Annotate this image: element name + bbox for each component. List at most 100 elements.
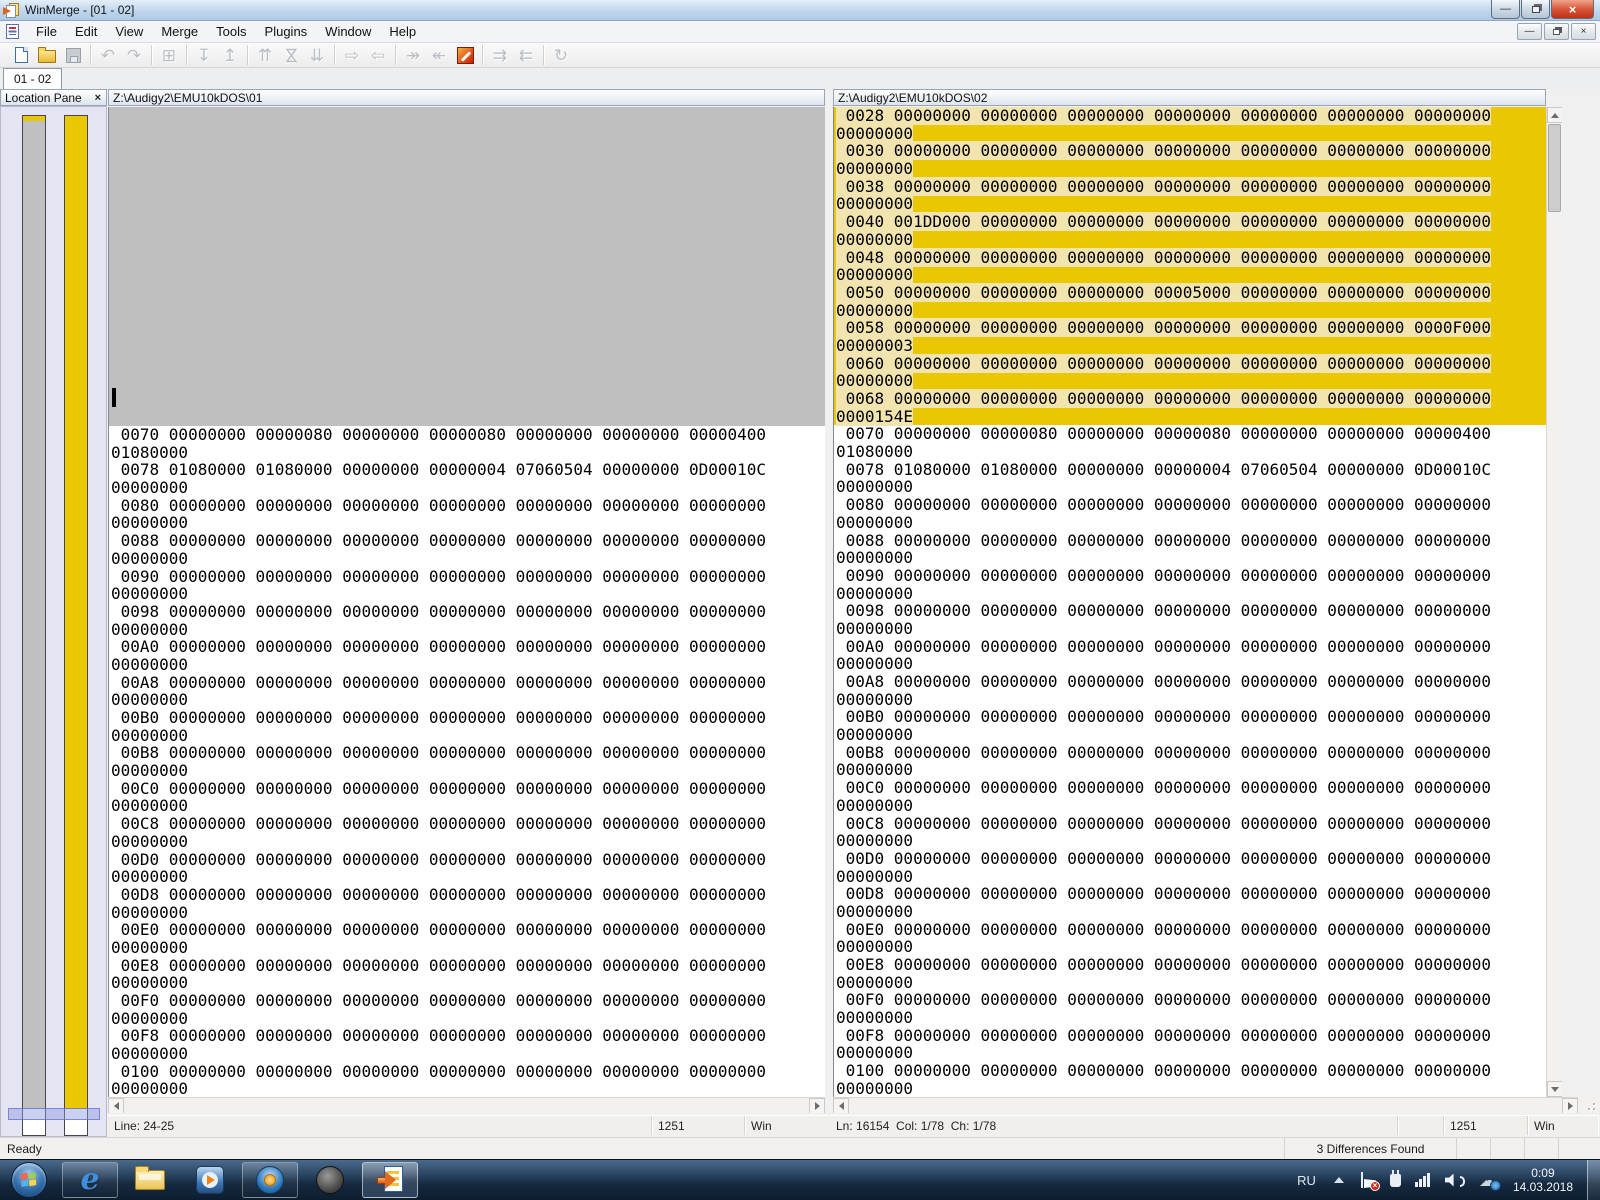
location-pane-close-icon[interactable]: ×	[93, 92, 103, 104]
hex-row[interactable]: 00000000	[109, 833, 825, 851]
left-file-path-header[interactable]: Z:\Audigy2\EMU10kDOS\01	[108, 89, 825, 106]
diff-hex-row[interactable]: 0038 00000000 00000000 00000000 00000000…	[834, 176, 1546, 196]
save-icon[interactable]	[61, 44, 85, 66]
hex-row[interactable]: 00000000	[834, 514, 1546, 532]
volume-icon[interactable]	[1444, 1173, 1465, 1187]
hex-row[interactable]: 00000000	[109, 726, 825, 745]
hex-row[interactable]: 00000000	[834, 478, 1546, 496]
hex-row[interactable]: 0100 00000000 00000000 00000000 00000000…	[109, 1063, 825, 1081]
hex-row[interactable]: 00F0 00000000 00000000 00000000 00000000…	[109, 992, 825, 1010]
hex-row[interactable]: 00000000	[109, 585, 825, 603]
diff-hex-row[interactable]: 0068 00000000 00000000 00000000 00000000…	[834, 389, 1546, 408]
menu-window[interactable]: Window	[316, 21, 380, 42]
hex-row[interactable]: 00000000	[834, 1009, 1546, 1027]
hex-row[interactable]: 00A0 00000000 00000000 00000000 00000000…	[109, 638, 825, 656]
hex-row[interactable]: 00000000	[109, 1009, 825, 1028]
restore-button[interactable]	[1521, 0, 1550, 19]
hex-row[interactable]: 0090 00000000 00000000 00000000 00000000…	[109, 567, 825, 586]
hex-row[interactable]: 00000000	[109, 514, 825, 532]
first-difference-icon[interactable]: ⇈	[253, 44, 277, 66]
scroll-down-icon[interactable]	[1547, 1081, 1563, 1097]
location-bar-right-file[interactable]	[64, 115, 88, 1136]
hex-row[interactable]: 00000000	[109, 939, 825, 957]
undo-icon[interactable]: ↶	[96, 44, 120, 66]
hex-row[interactable]: 00000000	[834, 1080, 1546, 1097]
hex-row[interactable]: 00000000	[109, 620, 825, 639]
hex-row[interactable]: 0088 00000000 00000000 00000000 00000000…	[109, 532, 825, 550]
hex-row[interactable]: 00000000	[834, 973, 1546, 992]
action-center-icon[interactable]: ×	[1360, 1172, 1380, 1191]
hex-row[interactable]: 0078 01080000 01080000 00000000 00000004…	[834, 461, 1546, 479]
options-icon[interactable]	[453, 44, 477, 66]
hex-row[interactable]: 00000000	[109, 550, 825, 568]
menu-file[interactable]: File	[27, 21, 66, 42]
hex-row[interactable]: 0100 00000000 00000000 00000000 00000000…	[834, 1062, 1546, 1080]
hex-row[interactable]: 00E8 00000000 00000000 00000000 00000000…	[109, 956, 825, 975]
hex-row[interactable]: 00000000	[834, 726, 1546, 744]
redo-icon[interactable]: ↷	[122, 44, 146, 66]
hex-row[interactable]: 00000000	[834, 938, 1546, 956]
diff-hex-row[interactable]: 00000000	[834, 229, 1546, 249]
mdi-minimize-button[interactable]: —	[1517, 23, 1542, 40]
taskbar-windows-explorer-button[interactable]	[122, 1162, 178, 1198]
hex-row[interactable]: 00F8 00000000 00000000 00000000 00000000…	[834, 1027, 1546, 1045]
hex-row[interactable]: 00000000	[109, 479, 825, 497]
hex-row[interactable]: 00000000	[109, 1045, 825, 1063]
taskbar-internet-explorer-button[interactable]: e	[62, 1162, 118, 1198]
last-difference-icon[interactable]: ⇊	[305, 44, 329, 66]
hex-row[interactable]: 0078 01080000 01080000 00000000 00000004…	[109, 461, 825, 479]
hex-row[interactable]: 00D8 00000000 00000000 00000000 00000000…	[834, 885, 1546, 903]
right-horizontal-scrollbar[interactable]	[833, 1097, 1578, 1114]
vertical-scroll-thumb[interactable]	[1548, 124, 1561, 212]
visible-area-indicator[interactable]	[8, 1108, 100, 1120]
diff-hex-row[interactable]: 00000000	[834, 371, 1546, 391]
hex-row[interactable]: 00E0 00000000 00000000 00000000 00000000…	[834, 920, 1546, 939]
hex-row[interactable]: 00C0 00000000 00000000 00000000 00000000…	[834, 779, 1546, 797]
power-icon[interactable]	[1389, 1169, 1401, 1187]
copy-left-advance-icon[interactable]: ↞	[427, 44, 451, 66]
diff-hex-row[interactable]: 00000000	[834, 123, 1546, 143]
menu-view[interactable]: View	[106, 21, 152, 42]
new-file-icon[interactable]	[9, 44, 33, 66]
diff-hex-row[interactable]: 0048 00000000 00000000 00000000 00000000…	[834, 247, 1546, 267]
menu-edit[interactable]: Edit	[66, 21, 106, 42]
diff-hex-row[interactable]: 00000000	[834, 194, 1546, 214]
hex-row[interactable]: 00000000	[834, 620, 1546, 638]
hex-row[interactable]: 01080000	[109, 443, 825, 462]
left-editor-pane[interactable]: 0070 00000000 00000080 00000000 00000080…	[108, 107, 825, 1097]
vertical-scrollbar[interactable]	[1546, 107, 1563, 1097]
hex-row[interactable]: 00A8 00000000 00000000 00000000 00000000…	[109, 673, 825, 692]
menu-help[interactable]: Help	[380, 21, 425, 42]
taskbar-globe-app-button[interactable]	[302, 1162, 358, 1198]
menu-tools[interactable]: Tools	[207, 21, 255, 42]
location-pane[interactable]	[0, 106, 107, 1137]
hex-row[interactable]: 00C8 00000000 00000000 00000000 00000000…	[834, 814, 1546, 833]
hex-row[interactable]: 00000000	[834, 549, 1546, 567]
hex-row[interactable]: 00C8 00000000 00000000 00000000 00000000…	[109, 815, 825, 833]
pane-splitter[interactable]	[825, 89, 833, 1115]
hex-row[interactable]: 00000000	[834, 832, 1546, 850]
next-pair-icon[interactable]: ⇉	[488, 44, 512, 66]
copy-left-icon[interactable]: ⇦	[366, 44, 390, 66]
close-button[interactable]: ×	[1551, 0, 1594, 19]
sync-app-icon[interactable]: ☁	[1479, 1172, 1501, 1191]
diff-hex-row[interactable]: 0050 00000000 00000000 00000000 00005000…	[834, 282, 1546, 302]
hex-row[interactable]: 00B8 00000000 00000000 00000000 00000000…	[834, 744, 1546, 762]
taskbar-winmerge-button[interactable]	[362, 1162, 418, 1198]
scroll-left-icon[interactable]	[108, 1098, 124, 1114]
hex-row[interactable]: 00000000	[834, 867, 1546, 886]
hex-row[interactable]: 00000000	[109, 762, 825, 780]
network-icon[interactable]	[1414, 1173, 1431, 1187]
hex-row[interactable]: 0080 00000000 00000000 00000000 00000000…	[109, 497, 825, 515]
diff-hex-row[interactable]: 00000003	[834, 335, 1546, 355]
diff-hex-row[interactable]: 00000000	[834, 265, 1546, 285]
right-editor-pane[interactable]: 0028 00000000 00000000 00000000 00000000…	[833, 107, 1546, 1097]
mdi-close-button[interactable]: ×	[1571, 23, 1596, 40]
hex-row[interactable]: 00B0 00000000 00000000 00000000 00000000…	[834, 708, 1546, 726]
hex-row[interactable]: 00D8 00000000 00000000 00000000 00000000…	[109, 886, 825, 904]
hex-row[interactable]: 00A8 00000000 00000000 00000000 00000000…	[834, 673, 1546, 691]
hex-row[interactable]: 0070 00000000 00000080 00000000 00000080…	[834, 425, 1546, 443]
hex-row[interactable]: 00F0 00000000 00000000 00000000 00000000…	[834, 991, 1546, 1009]
hex-row[interactable]: 00000000	[834, 903, 1546, 921]
scroll-right-icon[interactable]	[1562, 1098, 1578, 1114]
